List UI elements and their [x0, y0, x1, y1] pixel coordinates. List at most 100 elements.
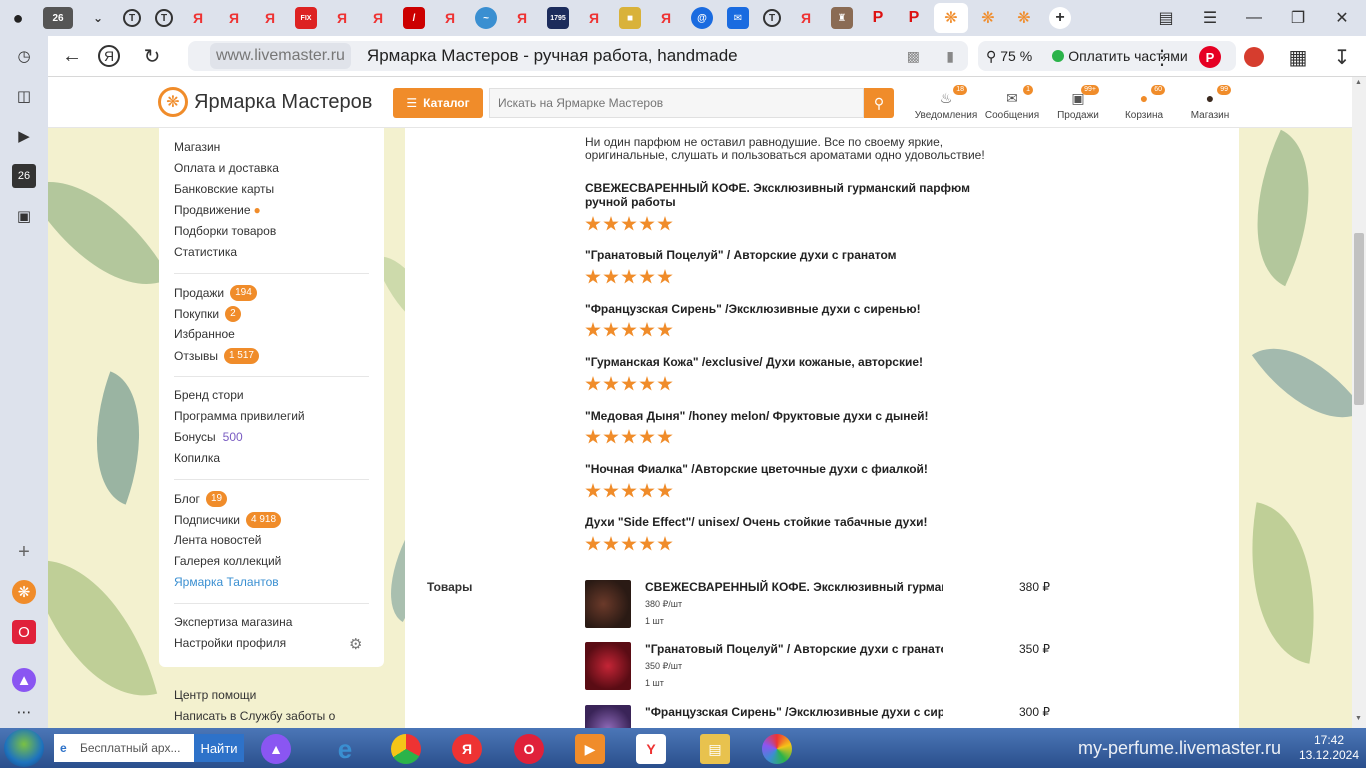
history-icon[interactable]: ◷: [12, 44, 36, 68]
tab-map-icon[interactable]: ■: [619, 7, 641, 29]
menu-subscribers[interactable]: Подписчики 4 918: [174, 512, 282, 528]
minimize-icon[interactable]: —: [1232, 0, 1276, 36]
tab-p-icon[interactable]: P: [867, 7, 889, 29]
scroll-thumb[interactable]: [1354, 233, 1364, 405]
product-name[interactable]: "Гранатовый Поцелуй" / Авторские духи с …: [645, 642, 943, 656]
more-vert-icon[interactable]: ⋮: [1144, 39, 1180, 75]
header-shop[interactable]: ● 99 Магазин: [1177, 85, 1243, 121]
gear-icon[interactable]: ⚙: [349, 635, 362, 653]
menu-profile-settings[interactable]: Настройки профиля: [174, 636, 286, 650]
opera-app-icon[interactable]: O: [514, 734, 544, 764]
alice-app-icon[interactable]: ▲: [261, 734, 291, 764]
pinterest-icon[interactable]: P: [1192, 39, 1228, 75]
product-row[interactable]: "Гранатовый Поцелуй" / Авторские духи с …: [585, 642, 1055, 697]
product-name[interactable]: "Французская Сирень" /Эксклюзивные духи …: [645, 705, 943, 719]
tab-weather-icon[interactable]: ~: [475, 7, 497, 29]
menu-bank-cards[interactable]: Банковские карты: [174, 182, 274, 196]
page-scrollbar[interactable]: ▲ ▼: [1352, 77, 1366, 728]
yandex-browser-app-icon[interactable]: Y: [636, 734, 666, 764]
tab-yandex-icon[interactable]: Я: [187, 7, 209, 29]
product-row[interactable]: "Французская Сирень" /Эксклюзивные духи …: [585, 705, 1055, 728]
collections-icon[interactable]: ▤: [1144, 0, 1188, 36]
menu-bonuses[interactable]: Бонусы 500: [174, 430, 243, 444]
product-thumbnail[interactable]: [585, 642, 631, 690]
tab-1795-icon[interactable]: 1795: [547, 7, 569, 29]
tab-t-icon[interactable]: T: [763, 9, 781, 27]
new-tab-icon[interactable]: +: [1049, 7, 1071, 29]
download-icon[interactable]: ↧: [1324, 39, 1360, 75]
tab-t-icon[interactable]: T: [155, 9, 173, 27]
bookmark-icon[interactable]: ▮: [946, 48, 954, 65]
menu-news-feed[interactable]: Лента новостей: [174, 533, 262, 547]
start-button[interactable]: [4, 729, 44, 767]
opera-sidebar-icon[interactable]: O: [12, 620, 36, 644]
tab-livemaster-icon[interactable]: ❋: [977, 7, 999, 29]
reload-icon[interactable]: ↻: [134, 38, 170, 74]
tab-yandex-icon[interactable]: Я: [795, 7, 817, 29]
menu-favorites[interactable]: Избранное: [174, 327, 235, 341]
taskbar-search[interactable]: e Бесплатный арх...: [54, 734, 194, 762]
ie-app-icon[interactable]: e: [330, 734, 360, 764]
taskbar-find-button[interactable]: Найти: [194, 734, 244, 762]
close-icon[interactable]: ✕: [1320, 0, 1364, 36]
tab-yandex-icon[interactable]: Я: [439, 7, 461, 29]
tab-at-icon[interactable]: @: [691, 7, 713, 29]
menu-expertise[interactable]: Экспертиза магазина: [174, 615, 292, 629]
back-icon[interactable]: ←: [54, 38, 90, 74]
tab-p-icon[interactable]: P: [903, 7, 925, 29]
tab-fix-icon[interactable]: FIX: [295, 7, 317, 29]
color-app-icon[interactable]: [762, 734, 792, 764]
menu-blog[interactable]: Блог 19: [174, 491, 228, 507]
yandex-app-icon[interactable]: Я: [452, 734, 482, 764]
url-bar[interactable]: www.livemaster.ru Ярмарка Мастеров - руч…: [188, 41, 968, 71]
header-sales[interactable]: ▣ 99+ Продажи: [1045, 85, 1111, 121]
menu-talents[interactable]: Ярмарка Талантов: [174, 575, 279, 589]
menu-promotion[interactable]: Продвижение ●: [174, 203, 261, 217]
tab-yandex-icon[interactable]: Я: [511, 7, 533, 29]
menu-piggy-bank[interactable]: Копилка: [174, 451, 220, 465]
help-center-link[interactable]: Центр помощи: [174, 688, 256, 702]
product-thumbnail[interactable]: [585, 705, 631, 728]
site-search-input[interactable]: [489, 88, 864, 118]
tab-mail-icon[interactable]: ✉: [727, 7, 749, 29]
chrome-app-icon[interactable]: [391, 734, 421, 764]
restore-icon[interactable]: ❐: [1276, 0, 1320, 36]
zoom-level[interactable]: 75 %: [1000, 48, 1032, 64]
play-icon[interactable]: ▶: [12, 124, 36, 148]
santa-extension-icon[interactable]: [1236, 39, 1272, 75]
search-icon[interactable]: ⚲: [864, 88, 894, 118]
notes-icon[interactable]: ◫: [12, 84, 36, 108]
message-icon[interactable]: ▩: [907, 48, 920, 65]
tab-livemaster-icon[interactable]: ❋: [1013, 7, 1035, 29]
site-logo[interactable]: ❋ Ярмарка Мастеров: [158, 87, 372, 117]
product-thumbnail[interactable]: [585, 580, 631, 628]
menu-brand-story[interactable]: Бренд стори: [174, 388, 244, 402]
scroll-down-icon[interactable]: ▼: [1355, 715, 1362, 722]
livemaster-sidebar-icon[interactable]: ❋: [12, 580, 36, 604]
header-notifications[interactable]: ♨ 18 Уведомления: [913, 85, 979, 121]
taskbar-clock[interactable]: 17:42 13.12.2024: [1296, 733, 1362, 763]
menu-payment-delivery[interactable]: Оплата и доставка: [174, 161, 279, 175]
profile-icon[interactable]: ●: [7, 7, 29, 29]
alice-icon[interactable]: ▲: [12, 668, 36, 692]
tab-t-icon[interactable]: T: [123, 9, 141, 27]
tab-yandex-icon[interactable]: Я: [583, 7, 605, 29]
scroll-up-icon[interactable]: ▲: [1355, 79, 1362, 86]
product-row[interactable]: СВЕЖЕСВАРЕННЫЙ КОФЕ. Эксклюзивный гурман…: [585, 580, 1055, 635]
tab-slash-icon[interactable]: /: [403, 7, 425, 29]
header-cart[interactable]: ● 60 Корзина: [1111, 85, 1177, 121]
tab-yandex-icon[interactable]: Я: [655, 7, 677, 29]
header-messages[interactable]: ✉ 1 Сообщения: [979, 85, 1045, 121]
product-name[interactable]: СВЕЖЕСВАРЕННЫЙ КОФЕ. Эксклюзивный гурман…: [645, 580, 943, 594]
menu-icon[interactable]: ☰: [1188, 0, 1232, 36]
tabs-dropdown-icon[interactable]: ⌄: [87, 7, 109, 29]
yandex-home-icon[interactable]: Я: [98, 45, 120, 67]
explorer-app-icon[interactable]: ▤: [700, 734, 730, 764]
menu-gallery[interactable]: Галерея коллекций: [174, 554, 281, 568]
calendar-counter[interactable]: 26: [12, 164, 36, 188]
care-service-link[interactable]: Написать в Службу заботы о: [174, 709, 335, 723]
screenshot-icon[interactable]: ▣: [12, 204, 36, 228]
zoom-icon[interactable]: ⚲: [986, 48, 996, 65]
menu-shop[interactable]: Магазин: [174, 140, 220, 154]
menu-sales[interactable]: Продажи 194: [174, 285, 257, 301]
